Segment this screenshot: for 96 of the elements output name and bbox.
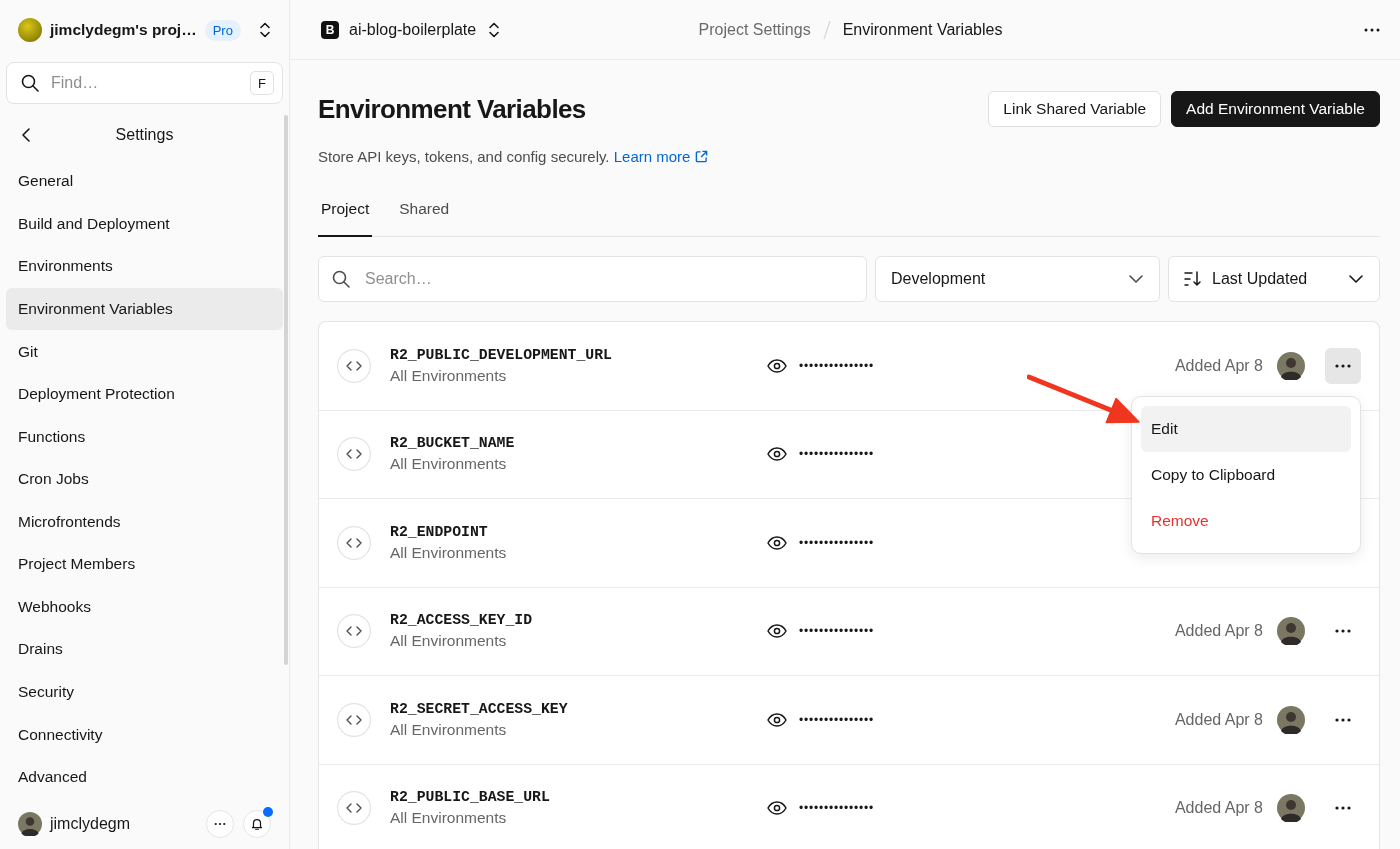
- nav-item[interactable]: Cron Jobs: [6, 457, 283, 501]
- code-icon: [337, 614, 371, 649]
- code-icon: [337, 525, 371, 560]
- more-icon: [214, 822, 226, 826]
- project-name[interactable]: ai-blog-boilerplate: [349, 20, 477, 39]
- tab[interactable]: Shared: [396, 183, 453, 237]
- team-name[interactable]: jimclydegm's proj…: [50, 21, 197, 39]
- masked-value: •••••••••••••••: [799, 624, 875, 639]
- learn-more-link[interactable]: Learn more: [613, 148, 709, 165]
- more-icon: [1335, 806, 1351, 811]
- nav-item[interactable]: Connectivity: [6, 713, 283, 756]
- nav-item[interactable]: Deployment Protection: [6, 372, 283, 416]
- chevron-up-down-icon[interactable]: [258, 21, 271, 39]
- masked-value: •••••••••••••••: [799, 712, 875, 727]
- variable-name: R2_PUBLIC_DEVELOPMENT_URL: [390, 345, 613, 365]
- slash-icon: [822, 19, 831, 40]
- search-field[interactable]: Search…: [318, 256, 867, 302]
- sort-icon: [1184, 271, 1202, 287]
- eye-icon[interactable]: [767, 624, 787, 639]
- added-date: Added Apr 8: [1174, 710, 1263, 729]
- nav-item[interactable]: Microfrontends: [6, 500, 283, 544]
- variable-name: R2_ACCESS_KEY_ID: [390, 611, 534, 631]
- more-icon[interactable]: [1364, 27, 1380, 32]
- back-chevron-icon[interactable]: [21, 127, 31, 143]
- more-button[interactable]: [1325, 347, 1361, 384]
- eye-icon[interactable]: [767, 447, 787, 462]
- eye-icon[interactable]: [767, 358, 787, 373]
- more-icon: [1335, 717, 1351, 722]
- variable-scope: All Environments: [390, 454, 508, 475]
- variable-name: R2_BUCKET_NAME: [390, 434, 516, 454]
- external-link-icon: [695, 150, 709, 163]
- notifications-button[interactable]: [243, 810, 271, 838]
- masked-value: •••••••••••••••: [799, 447, 875, 462]
- masked-value: •••••••••••••••: [799, 535, 875, 550]
- masked-value: •••••••••••••••: [799, 358, 875, 373]
- avatar-icon: [1277, 705, 1305, 734]
- masked-value: •••••••••••••••: [799, 801, 875, 816]
- chevron-up-down-icon[interactable]: [488, 20, 501, 39]
- chevron-down-icon: [1348, 274, 1364, 284]
- breadcrumb[interactable]: Environment Variables: [842, 20, 1003, 39]
- variable-scope: All Environments: [390, 631, 508, 652]
- variable-scope: All Environments: [390, 808, 508, 829]
- add-variable-button[interactable]: Add Environment Variable: [1171, 91, 1380, 127]
- sort-dropdown[interactable]: Last Updated: [1168, 256, 1380, 302]
- tab[interactable]: Project: [318, 183, 373, 237]
- nav-item[interactable]: Environment Variables: [6, 287, 283, 331]
- menu-item[interactable]: Remove: [1141, 497, 1351, 544]
- nav-item[interactable]: Advanced: [6, 755, 283, 799]
- variable-name: R2_SECRET_ACCESS_KEY: [390, 699, 569, 719]
- nav-item[interactable]: Functions: [6, 415, 283, 458]
- more-icon: [1335, 363, 1351, 368]
- bell-icon: [250, 817, 264, 831]
- variable-scope: All Environments: [390, 365, 508, 386]
- avatar-icon: [1277, 617, 1305, 646]
- menu-item[interactable]: Edit: [1141, 405, 1351, 452]
- nav-item[interactable]: Project Members: [6, 543, 283, 586]
- code-icon: [337, 348, 371, 383]
- eye-icon[interactable]: [767, 712, 787, 727]
- variable-scope: All Environments: [390, 542, 508, 563]
- user-name: jimclydegm: [50, 815, 131, 833]
- added-date: Added Apr 8: [1174, 622, 1263, 641]
- nav-item[interactable]: Git: [6, 330, 283, 373]
- eye-icon[interactable]: [767, 801, 787, 816]
- avatar-icon: [1277, 351, 1305, 380]
- description: Store API keys, tokens, and config securely. Learn more: [318, 147, 1380, 167]
- variable-name: R2_PUBLIC_BASE_URL: [390, 788, 551, 808]
- nav-item[interactable]: Security: [6, 670, 283, 714]
- nav-item[interactable]: General: [6, 160, 283, 203]
- avatar-icon: [18, 812, 42, 836]
- menu-item[interactable]: Copy to Clipboard: [1141, 451, 1351, 498]
- page-title: Environment Variables: [318, 93, 586, 125]
- eye-icon[interactable]: [767, 535, 787, 550]
- nav-item[interactable]: Build and Deployment: [6, 202, 283, 246]
- nav-item[interactable]: Drains: [6, 628, 283, 671]
- team-logo-icon: [18, 18, 42, 42]
- chevron-down-icon: [1128, 274, 1144, 284]
- breadcrumb[interactable]: Project Settings: [698, 20, 811, 39]
- added-date: Added Apr 8: [1174, 356, 1263, 375]
- code-icon: [337, 791, 371, 826]
- link-variable-button[interactable]: Link Shared Variable: [988, 91, 1162, 127]
- code-icon: [337, 437, 371, 472]
- plan-badge: Pro: [204, 19, 241, 41]
- avatar-icon: [1277, 794, 1305, 823]
- project-logo: B: [321, 20, 339, 39]
- nav-item[interactable]: Environments: [6, 245, 283, 288]
- nav-item[interactable]: Webhooks: [6, 585, 283, 629]
- search-icon: [332, 270, 350, 288]
- keyboard-shortcut: F: [250, 71, 274, 95]
- code-icon: [337, 702, 371, 737]
- variable-scope: All Environments: [390, 719, 508, 740]
- added-date: Added Apr 8: [1174, 799, 1263, 818]
- variable-name: R2_ENDPOINT: [390, 522, 489, 542]
- more-icon: [1335, 629, 1351, 634]
- search-icon: [21, 74, 39, 92]
- section-title: Settings: [115, 126, 174, 144]
- environment-dropdown[interactable]: Development: [875, 256, 1160, 302]
